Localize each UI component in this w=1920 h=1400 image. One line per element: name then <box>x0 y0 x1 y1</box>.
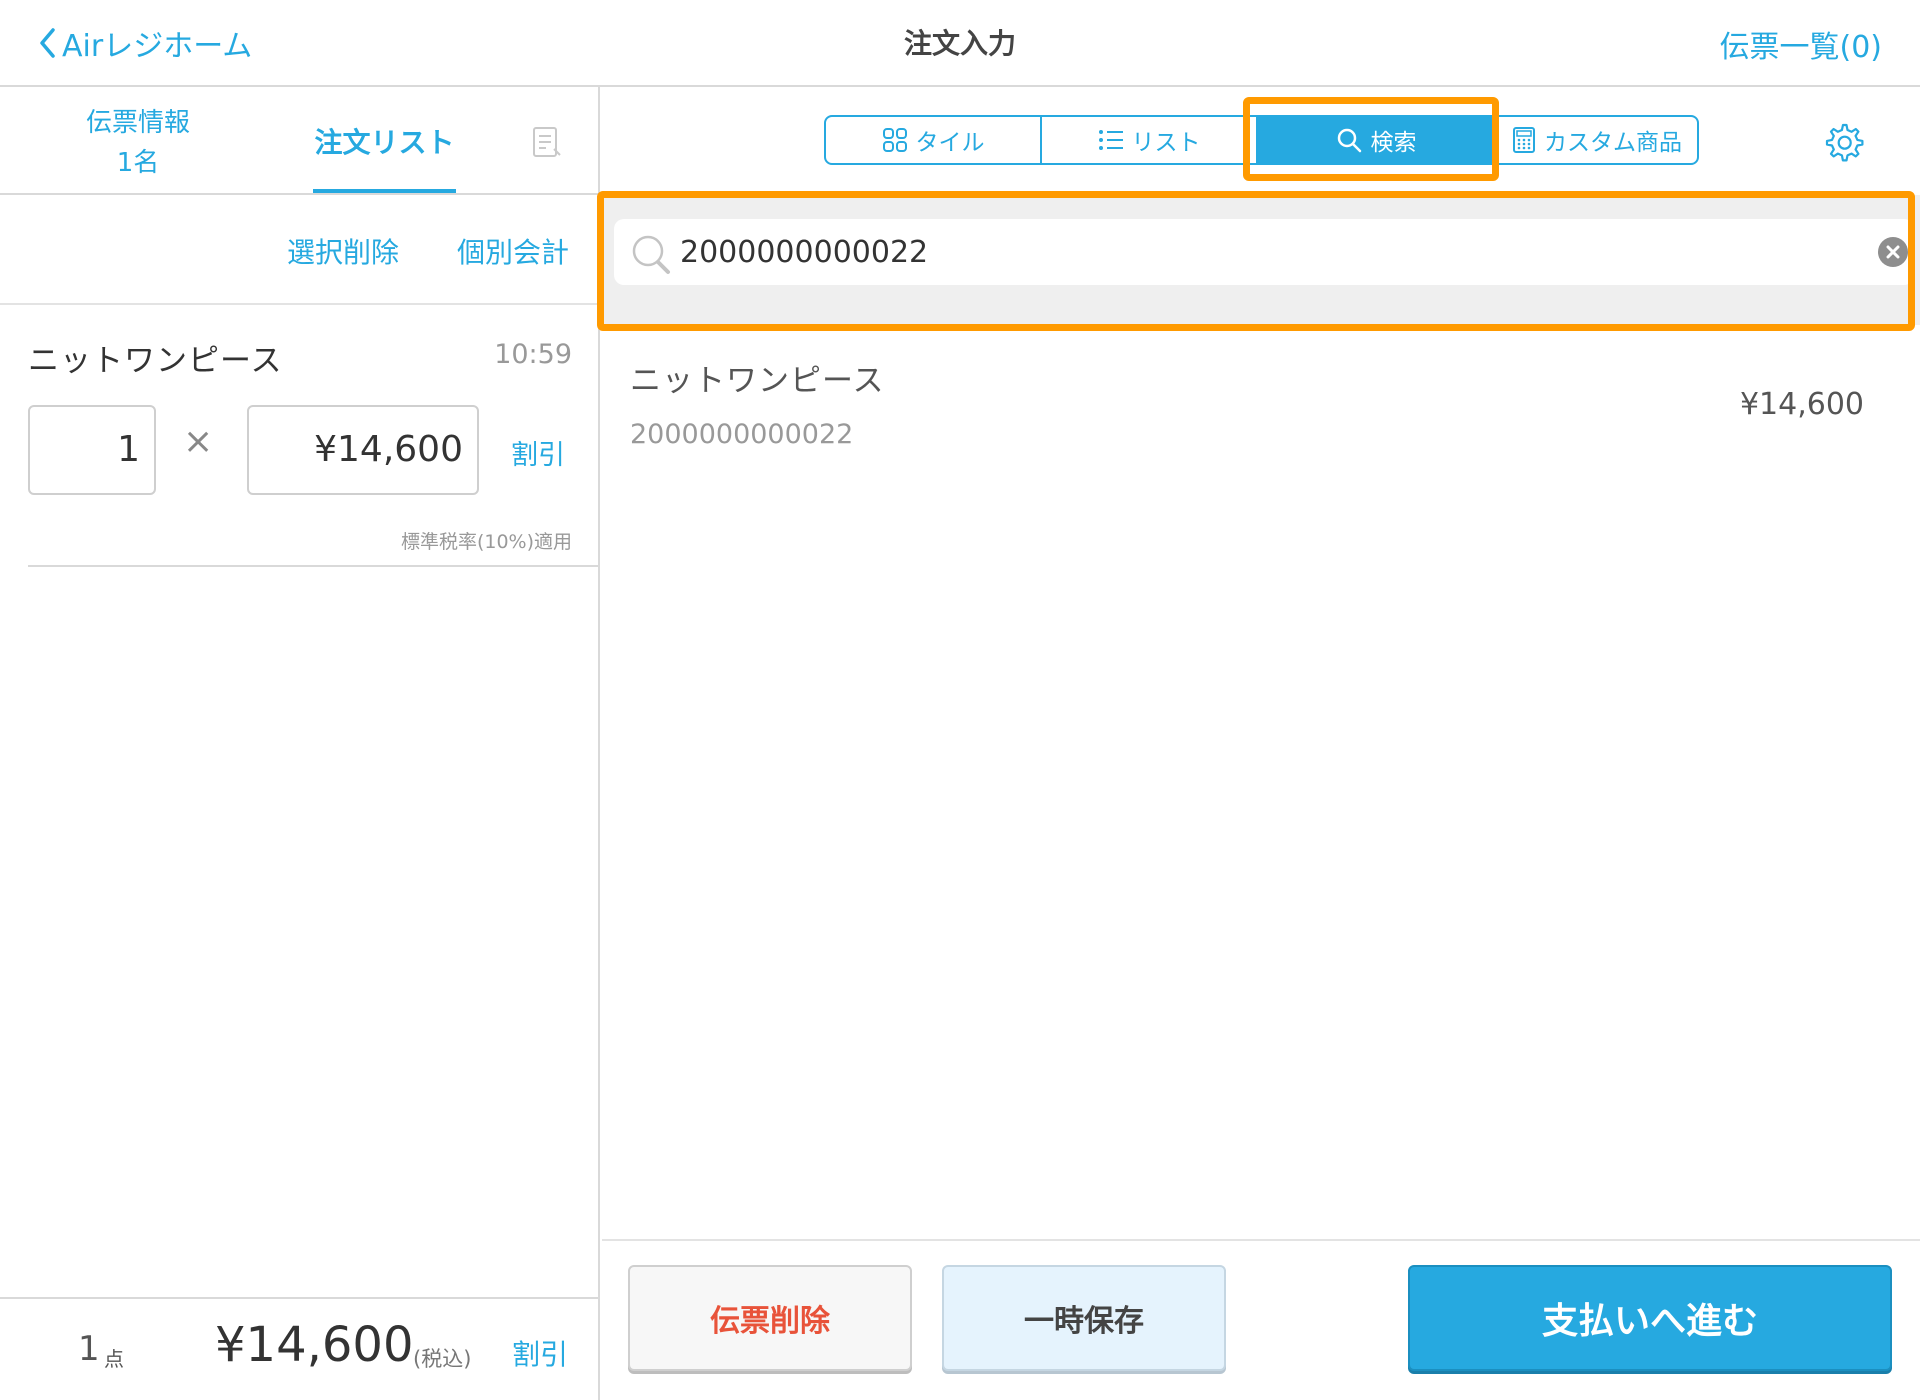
order-item: ニットワンピース 10:59 1 × ¥14,600 割引 標準税率(10%)適… <box>28 305 600 567</box>
settings-gear-icon[interactable] <box>1822 121 1864 167</box>
tab-order-list[interactable]: 注文リスト <box>313 87 456 193</box>
left-tabs: 伝票情報 1名 注文リスト <box>0 87 600 195</box>
list-icon <box>1098 130 1123 150</box>
view-tabs: タイル リスト 検索 カスタム商品 <box>824 115 1699 165</box>
calculator-icon <box>1512 127 1535 153</box>
result-code: 2000000000022 <box>630 419 854 450</box>
order-item-time: 10:59 <box>494 339 572 370</box>
order-pane: 伝票情報 1名 注文リスト 選択削除 個別会計 ニットワンピース 10:59 1… <box>0 87 600 1400</box>
tab-list-label: リスト <box>1131 130 1201 156</box>
result-name: ニットワンピース <box>630 363 885 399</box>
search-bar-area <box>602 195 1920 325</box>
memo-icon[interactable] <box>530 125 564 163</box>
tab-slip-info-guests: 1名 <box>116 148 160 178</box>
order-item-name: ニットワンピース <box>28 343 283 379</box>
order-actions: 選択削除 個別会計 <box>0 195 600 305</box>
quantity-field[interactable]: 1 <box>28 405 156 495</box>
bottom-action-bar: 伝票削除 一時保存 支払いへ進む <box>602 1239 1920 1400</box>
search-field <box>614 219 1914 285</box>
tile-grid-icon <box>882 128 907 152</box>
tab-slip-info-label: 伝票情報 <box>85 108 190 138</box>
multiply-sign: × <box>183 421 214 462</box>
clear-search-button[interactable] <box>1878 237 1908 267</box>
tab-custom-product[interactable]: カスタム商品 <box>1497 117 1697 163</box>
tax-included-label: (税込) <box>413 1347 472 1371</box>
tab-search-label: 検索 <box>1370 130 1417 156</box>
search-result-item[interactable]: ニットワンピース 2000000000022 ¥14,600 <box>602 325 1920 465</box>
price-field[interactable]: ¥14,600 <box>247 405 479 495</box>
proceed-to-payment-button[interactable]: 支払いへ進む <box>1408 1265 1892 1371</box>
tax-note: 標準税率(10%)適用 <box>400 531 572 553</box>
order-total: ¥14,600 <box>215 1317 414 1373</box>
page-title: 注文入力 <box>903 27 1016 60</box>
delete-selected-button[interactable]: 選択削除 <box>287 231 399 271</box>
order-summary: 1 点 ¥14,600 (税込) 割引 <box>0 1297 600 1400</box>
item-count: 1 <box>78 1329 100 1369</box>
delete-slip-button[interactable]: 伝票削除 <box>628 1265 912 1371</box>
item-discount-button[interactable]: 割引 <box>511 433 565 472</box>
top-bar: Airレジホーム 注文入力 伝票一覧(0) <box>0 0 1920 87</box>
product-pane: タイル リスト 検索 カスタム商品 ニットワンピ <box>597 87 1920 1400</box>
search-input[interactable] <box>680 227 1830 277</box>
item-count-unit: 点 <box>104 1347 124 1371</box>
tab-list[interactable]: リスト <box>1042 117 1259 163</box>
hold-button[interactable]: 一時保存 <box>942 1265 1226 1371</box>
tab-slip-info[interactable]: 伝票情報 1名 <box>60 103 216 183</box>
tab-search[interactable]: 検索 <box>1258 117 1497 163</box>
tab-tile[interactable]: タイル <box>826 117 1043 163</box>
search-icon <box>1338 128 1362 153</box>
result-price: ¥14,600 <box>1739 387 1864 422</box>
individual-checkout-button[interactable]: 個別会計 <box>457 231 569 271</box>
close-icon <box>1886 245 1900 259</box>
slip-list-button[interactable]: 伝票一覧(0) <box>1720 22 1883 66</box>
search-icon <box>632 235 670 274</box>
tab-custom-product-label: カスタム商品 <box>1543 130 1682 156</box>
tab-tile-label: タイル <box>915 130 985 156</box>
order-discount-button[interactable]: 割引 <box>512 1333 568 1373</box>
